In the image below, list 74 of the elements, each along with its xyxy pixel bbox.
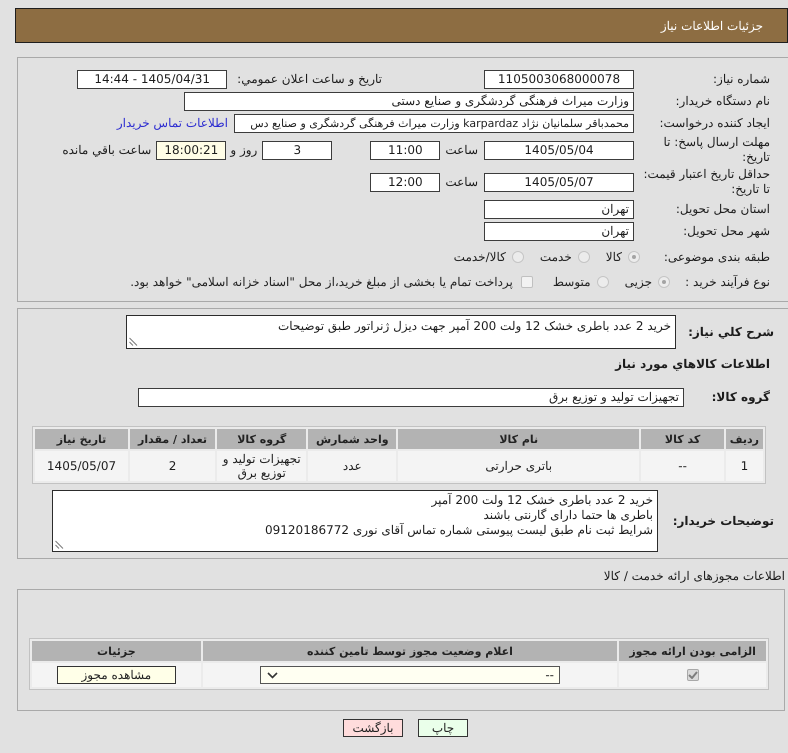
buyer-notes-field[interactable]: خرید 2 عدد باطری خشک 12 ولت 200 آمپر باطری ها حتما دارای گارنتی باشند شرایط ثبت نام طبق لیست پیوستی شماره تماس آقای نوری 09120186772 — [52, 490, 658, 552]
text-field[interactable]: تهران — [484, 200, 634, 218]
field-label: طبقه بندی موضوعی: — [662, 250, 771, 264]
contact-link[interactable]: اطلاعات تماس خریدار — [116, 116, 228, 130]
back-button[interactable]: بازگشت — [343, 719, 403, 737]
checkbox[interactable] — [686, 669, 699, 681]
field-label: نام دستگاه خریدار: — [674, 94, 771, 108]
column-header: تاریخ نیاز — [35, 429, 128, 449]
table-cell: -- — [641, 451, 724, 481]
text-field[interactable]: وزارت میراث فرهنگی گردشگری و صنایع دستی — [184, 92, 634, 110]
column-header: اعلام وضعیت مجوز توسط تامین کننده — [202, 641, 618, 661]
field-label: تاریخ و ساعت اعلان عمومي: — [237, 72, 382, 86]
text-field[interactable]: 1405/05/07 — [484, 172, 634, 192]
field-label: ساعت — [445, 143, 478, 157]
text-field[interactable]: 1405/04/31 - 14:44 — [77, 70, 228, 88]
chevron-down-icon — [266, 672, 278, 678]
text-field[interactable]: 12:00 — [370, 172, 440, 192]
table-cell: 2 — [130, 451, 216, 481]
field-label: روز و — [230, 143, 258, 157]
field-label: حداقل تاریخ اعتبار قیمت: تا تاریخ: — [642, 167, 771, 197]
text-field[interactable]: 1405/05/04 — [484, 140, 634, 160]
description-field[interactable]: خرید 2 عدد باطری خشک 12 ولت 200 آمپر جهت دیزل ژنراتور طبق توضیحات — [126, 315, 676, 349]
option-label: کالا — [606, 250, 622, 264]
table-cell: 1405/05/07 — [35, 451, 128, 481]
text-field[interactable]: 3 — [262, 140, 332, 160]
field-label: استان محل تحویل: — [674, 202, 771, 216]
column-header: جزئیات — [32, 641, 201, 661]
field-label: ساعت باقي مانده — [62, 143, 152, 157]
column-header: گروه کالا — [217, 429, 306, 449]
field-label: ایجاد کننده درخواست: — [658, 116, 771, 130]
column-header: نام کالا — [398, 429, 640, 449]
table-cell: تجهیزات تولید و توزیع برق — [217, 451, 306, 481]
text-field[interactable]: محمدباقر سلمانیان نژاد karpardaz وزارت میراث فرهنگی گردشگری و صنایع دس — [234, 114, 634, 132]
text-field[interactable]: 1105003068000078 — [484, 70, 634, 88]
column-header: کد کالا — [641, 429, 724, 449]
column-header: الزامی بودن ارائه مجوز — [619, 641, 766, 661]
view-permit-button[interactable]: مشاهده مجوز — [56, 666, 176, 684]
radio-button[interactable] — [512, 251, 524, 263]
field-label: شماره نیاز: — [712, 72, 771, 86]
page-title: جزئیات اطلاعات نیاز — [660, 18, 763, 32]
status-select[interactable]: -- — [260, 666, 560, 684]
resize-grip-icon — [129, 337, 138, 346]
check-icon — [688, 671, 698, 679]
text-field[interactable]: تهران — [484, 222, 634, 240]
option-label: کالا/خدمت — [454, 250, 506, 264]
radio-button[interactable] — [596, 276, 609, 288]
column-header: واحد شمارش — [308, 429, 396, 449]
radio-button[interactable] — [658, 276, 670, 288]
option-label: متوسط — [552, 275, 591, 289]
field-label: گروه کالا: — [710, 390, 771, 404]
text-field[interactable]: تجهیزات تولید و توزیع برق — [138, 388, 684, 406]
field-label: شهر محل تحویل: — [682, 224, 771, 238]
radio-button[interactable] — [578, 251, 590, 263]
table-cell: باتری حرارتی — [398, 451, 640, 481]
option-label: خدمت — [540, 250, 572, 264]
section-title: اطلاعات کالاهاي مورد نياز — [614, 356, 771, 373]
checkbox-label: پرداخت تمام یا بخشی از مبلغ خرید،از محل "اسناد خزانه اسلامی" خواهد بود. — [130, 275, 513, 289]
section-title: اطلاعات مجوزهای ارائه خدمت / کالا — [602, 568, 786, 584]
radio-button[interactable] — [628, 251, 640, 263]
field-label: ساعت — [445, 175, 478, 189]
text-field[interactable]: 11:00 — [370, 140, 440, 160]
text-field[interactable]: 18:00:21 — [156, 140, 226, 160]
column-header: تعداد / مقدار — [130, 429, 216, 449]
print-button[interactable]: چاپ — [418, 719, 468, 737]
field-label: مهلت ارسال پاسخ: تا تاریخ: — [662, 135, 771, 165]
table-cell: 1 — [726, 451, 763, 481]
field-label: توضیحات خریدار: — [672, 514, 775, 528]
field-label: نوع فرآیند خرید : — [684, 274, 771, 290]
column-header: ردیف — [726, 429, 763, 449]
checkbox[interactable] — [520, 276, 533, 288]
resize-grip-icon — [55, 540, 64, 549]
table-cell: عدد — [308, 451, 396, 481]
field-label: شرح کلي نياز: — [687, 324, 775, 340]
option-label: جزیی — [624, 275, 652, 289]
